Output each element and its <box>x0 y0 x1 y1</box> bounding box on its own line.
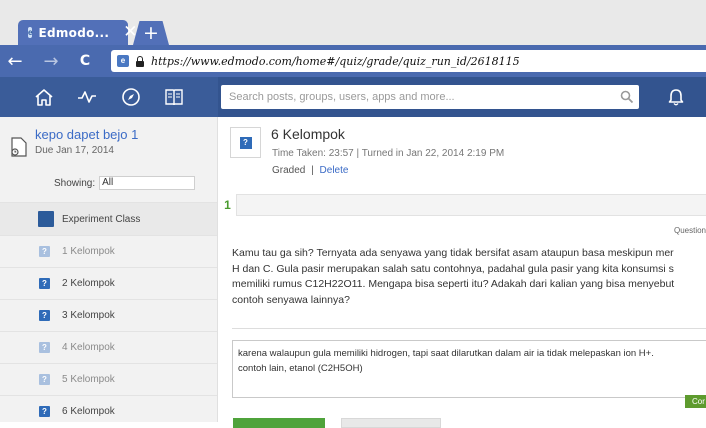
question-line: memiliki rumus C12H22O11. Mengapa bisa s… <box>232 278 675 290</box>
group-item-5-kelompok[interactable]: ? 5 Kelompok <box>0 363 217 395</box>
group-label: 1 Kelompok <box>62 246 115 257</box>
group-list: Experiment Class ? 1 Kelompok ? 2 Kelomp… <box>0 202 217 427</box>
lock-icon <box>135 55 145 67</box>
showing-filter: Showing: All <box>54 176 196 190</box>
group-label: Experiment Class <box>62 213 141 225</box>
main-nav <box>0 77 218 117</box>
question-label: Question <box>673 226 706 235</box>
quiz-document-icon <box>10 137 28 157</box>
search-box[interactable]: Search posts, groups, users, apps and mo… <box>221 85 639 109</box>
activity-icon[interactable] <box>75 85 99 109</box>
notifications-bell-icon[interactable] <box>664 85 688 109</box>
new-tab-button[interactable]: + <box>133 21 169 45</box>
submission-status: Graded | Delete <box>272 165 348 176</box>
browser-tab-strip: e Edmodo... ✕ + <box>0 0 706 45</box>
group-item-1-kelompok[interactable]: ? 1 Kelompok <box>0 235 217 267</box>
quiz-due-date: Due Jan 17, 2014 <box>35 145 114 156</box>
library-book-icon[interactable] <box>162 85 186 109</box>
group-item-experiment-class[interactable]: Experiment Class <box>0 202 217 235</box>
divider <box>232 328 706 329</box>
quiz-question-icon: ? <box>39 246 50 257</box>
correct-badge[interactable]: Cor <box>685 395 706 408</box>
group-label: 6 Kelompok <box>62 406 115 417</box>
graded-label: Graded <box>272 165 306 176</box>
search-icon[interactable] <box>615 85 639 109</box>
showing-select[interactable]: All <box>99 176 196 190</box>
secondary-action-button[interactable] <box>341 418 441 428</box>
group-item-6-kelompok[interactable]: ? 6 Kelompok <box>0 395 217 427</box>
class-color-icon <box>38 211 54 227</box>
question-line: Kamu tau ga sih? Ternyata ada senyawa ya… <box>232 247 674 259</box>
question-tab-bar: 1 <box>219 194 706 216</box>
address-bar[interactable]: e https://www.edmodo.com/home#/quiz/grad… <box>111 50 706 72</box>
quiz-question-icon: ? <box>39 342 50 353</box>
quiz-question-icon: ? <box>239 136 252 149</box>
reload-icon[interactable]: C <box>74 53 96 69</box>
quiz-question-icon: ? <box>39 406 50 417</box>
submission-panel: ? 6 Kelompok Time Taken: 23:57 | Turned … <box>219 117 706 428</box>
group-label: 5 Kelompok <box>62 374 115 385</box>
group-item-3-kelompok[interactable]: ? 3 Kelompok <box>0 299 217 331</box>
quiz-question-icon: ? <box>39 374 50 385</box>
question-text: Kamu tau ga sih? Ternyata ada senyawa ya… <box>232 246 706 308</box>
submission-group-title: 6 Kelompok <box>271 126 345 142</box>
url-text: https://www.edmodo.com/home#/quiz/grade/… <box>151 54 520 68</box>
status-separator: | <box>311 165 314 176</box>
back-arrow-icon[interactable]: ← <box>4 51 26 72</box>
tab-title: Edmodo... <box>38 25 110 40</box>
group-label: 2 Kelompok <box>62 278 115 289</box>
discover-compass-icon[interactable] <box>119 85 143 109</box>
forward-arrow-icon[interactable]: → <box>40 51 62 72</box>
submission-meta: Time Taken: 23:57 | Turned in Jan 22, 20… <box>272 148 505 159</box>
group-label: 3 Kelompok <box>62 310 115 321</box>
answer-line: contoh lain, etanol (C2H5OH) <box>238 363 363 374</box>
app-header: Search posts, groups, users, apps and mo… <box>0 77 706 117</box>
quiz-header: kepo dapet bejo 1 Due Jan 17, 2014 <box>35 127 138 156</box>
submission-icon-frame: ? <box>230 127 261 158</box>
question-line: contoh senyawa lainnya? <box>232 293 350 306</box>
home-icon[interactable] <box>32 85 56 109</box>
question-line: H dan C. Gula pasir merupakan salah satu… <box>232 262 674 275</box>
site-favicon-icon: e <box>117 55 129 67</box>
delete-link[interactable]: Delete <box>320 165 349 176</box>
showing-label: Showing: <box>54 177 96 189</box>
sidebar: kepo dapet bejo 1 Due Jan 17, 2014 Showi… <box>0 117 218 422</box>
group-item-4-kelompok[interactable]: ? 4 Kelompok <box>0 331 217 363</box>
student-answer-box: karena walaupun gula memiliki hidrogen, … <box>232 340 706 398</box>
quiz-question-icon: ? <box>39 310 50 321</box>
primary-action-button[interactable] <box>233 418 325 428</box>
edmodo-favicon-icon: e <box>28 27 33 38</box>
browser-toolbar: ← → C e https://www.edmodo.com/home#/qui… <box>0 45 706 77</box>
search-placeholder: Search posts, groups, users, apps and mo… <box>229 91 455 103</box>
answer-line: karena walaupun gula memiliki hidrogen, … <box>238 348 654 359</box>
quiz-question-icon: ? <box>39 278 50 289</box>
group-label: 4 Kelompok <box>62 342 115 353</box>
quiz-title[interactable]: kepo dapet bejo 1 <box>35 127 138 142</box>
question-tab-1[interactable]: 1 <box>219 194 237 216</box>
browser-tab[interactable]: e Edmodo... ✕ <box>18 20 137 45</box>
group-item-2-kelompok[interactable]: ? 2 Kelompok <box>0 267 217 299</box>
